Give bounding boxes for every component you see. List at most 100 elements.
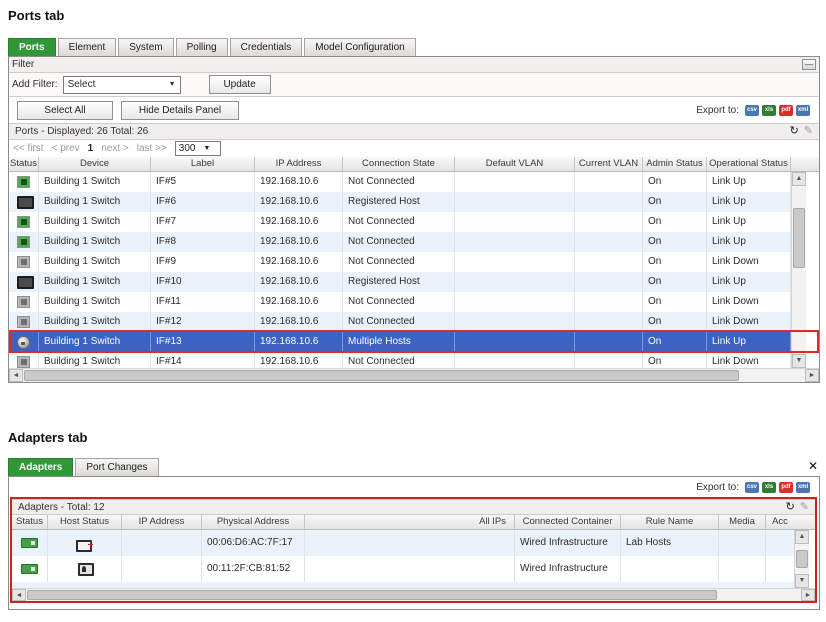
table-row[interactable]: Building 1 SwitchIF#5 192.168.10.6Not Co…: [9, 172, 791, 192]
add-filter-row: Add Filter: Select ▼ Update: [9, 73, 819, 97]
col-current-vlan[interactable]: Current VLAN: [575, 157, 643, 171]
header-spacer: [794, 515, 809, 529]
pagination-row: << first < prev 1 next > last >> 300 ▼: [9, 140, 819, 157]
col-rule-name[interactable]: Rule Name: [621, 515, 719, 529]
scroll-down-icon[interactable]: ▼: [792, 354, 806, 368]
tab-model-configuration[interactable]: Model Configuration: [304, 38, 416, 56]
pagination-prev[interactable]: < prev: [52, 143, 80, 154]
adapter-icon: [21, 538, 38, 548]
export-pdf-icon[interactable]: pdf: [779, 105, 793, 116]
table-row[interactable]: Building 1 SwitchIF#9 192.168.10.6Not Co…: [9, 252, 791, 272]
host-admin-icon: [78, 563, 92, 575]
scroll-left-icon[interactable]: ◄: [9, 369, 23, 382]
filter-label: Filter: [12, 59, 34, 70]
col-all-ips[interactable]: All IPs: [305, 515, 515, 529]
table-row[interactable]: 00:11:2F:CB:81:52 Wired Infrastructure: [12, 556, 794, 582]
col-ip-address[interactable]: IP Address: [122, 515, 202, 529]
panel-bottom-padding: [9, 603, 819, 609]
pagination-last[interactable]: last >>: [137, 143, 167, 154]
export-xml-icon[interactable]: xml: [796, 105, 810, 116]
scroll-down-icon[interactable]: ▼: [795, 574, 809, 588]
port-down-icon: [17, 316, 30, 328]
tab-adapters[interactable]: Adapters: [8, 458, 73, 476]
table-row[interactable]: Building 1 SwitchIF#7 192.168.10.6Not Co…: [9, 212, 791, 232]
update-button[interactable]: Update: [209, 75, 271, 94]
export-xml-icon[interactable]: xml: [796, 482, 810, 493]
ports-rows: Building 1 SwitchIF#5 192.168.10.6Not Co…: [9, 172, 791, 368]
table-row[interactable]: Building 1 SwitchIF#6 192.168.10.6Regist…: [9, 192, 791, 212]
page-size-select[interactable]: 300 ▼: [175, 141, 221, 156]
table-row[interactable]: Building 1 SwitchIF#12 192.168.10.6Not C…: [9, 312, 791, 332]
port-up-icon: [17, 176, 30, 188]
ports-panel-body: Filter — Add Filter: Select ▼ Update Sel…: [8, 56, 820, 383]
table-row[interactable]: Building 1 SwitchIF#8 192.168.10.6Not Co…: [9, 232, 791, 252]
export-xls-icon[interactable]: xls: [762, 105, 776, 116]
col-admin-status[interactable]: Admin Status: [643, 157, 707, 171]
col-status[interactable]: Status: [9, 157, 39, 171]
table-row[interactable]: Building 1 SwitchIF#14 192.168.10.6Not C…: [9, 352, 791, 368]
table-row-selected[interactable]: Building 1 SwitchIF#13 192.168.10.6Multi…: [9, 332, 791, 352]
tab-credentials[interactable]: Credentials: [230, 38, 303, 56]
col-access[interactable]: Acc: [766, 515, 794, 529]
col-connected-container[interactable]: Connected Container: [515, 515, 621, 529]
port-up-icon: [17, 216, 30, 228]
refresh-icon[interactable]: ↻: [786, 502, 795, 513]
horizontal-scrollbar[interactable]: ◄ ►: [12, 588, 815, 601]
select-all-button[interactable]: Select All: [17, 101, 113, 120]
adapters-summary-bar: Adapters - Total: 12 ↻ ✎: [12, 499, 815, 515]
tab-system[interactable]: System: [118, 38, 173, 56]
ports-rows-area: Building 1 SwitchIF#5 192.168.10.6Not Co…: [9, 172, 819, 368]
col-default-vlan[interactable]: Default VLAN: [455, 157, 575, 171]
col-media[interactable]: Media: [719, 515, 766, 529]
adapters-panel: Adapters Port Changes ✕ Export to: csv x…: [8, 458, 820, 610]
scrollbar-thumb[interactable]: [796, 550, 808, 568]
refresh-icon[interactable]: ↻: [790, 126, 799, 137]
table-row[interactable]: Building 1 SwitchIF#11 192.168.10.6Not C…: [9, 292, 791, 312]
tab-polling[interactable]: Polling: [176, 38, 228, 56]
tab-element[interactable]: Element: [58, 38, 117, 56]
tab-port-changes[interactable]: Port Changes: [75, 458, 158, 476]
scroll-up-icon[interactable]: ▲: [795, 530, 809, 544]
scroll-left-icon[interactable]: ◄: [12, 589, 26, 601]
vertical-scrollbar[interactable]: ▲ ▼: [791, 172, 806, 368]
vertical-scrollbar[interactable]: ▲ ▼: [794, 530, 809, 588]
table-row[interactable]: 00:06:D6:AC:7F:17 Wired Infrastructure L…: [12, 530, 794, 556]
minimize-icon[interactable]: —: [802, 59, 816, 70]
col-connection-state[interactable]: Connection State: [343, 157, 455, 171]
col-device[interactable]: Device: [39, 157, 151, 171]
close-icon[interactable]: ✕: [808, 460, 818, 472]
export-pdf-icon[interactable]: pdf: [779, 482, 793, 493]
adapters-tabbar: Adapters Port Changes ✕: [8, 458, 820, 476]
export-csv-icon[interactable]: csv: [745, 105, 759, 116]
export-csv-icon[interactable]: csv: [745, 482, 759, 493]
pagination-first[interactable]: << first: [13, 143, 44, 154]
scrollbar-thumb[interactable]: [793, 208, 805, 268]
scrollbar-thumb[interactable]: [27, 590, 717, 600]
table-row[interactable]: Building 1 SwitchIF#10 192.168.10.6Regis…: [9, 272, 791, 292]
scrollbar-thumb[interactable]: [24, 370, 739, 381]
edit-icon[interactable]: ✎: [804, 126, 813, 137]
col-operational-status[interactable]: Operational Status: [707, 157, 791, 171]
page-size-value: 300: [179, 143, 196, 154]
pagination-next[interactable]: next >: [101, 143, 129, 154]
col-host-status[interactable]: Host Status: [48, 515, 122, 529]
col-status[interactable]: Status: [12, 515, 48, 529]
col-physical-address[interactable]: Physical Address: [202, 515, 305, 529]
tab-ports[interactable]: Ports: [8, 38, 56, 56]
ports-summary-text: Ports - Displayed: 26 Total: 26: [15, 126, 148, 137]
col-ip-address[interactable]: IP Address: [255, 157, 343, 171]
filter-bar: Filter —: [9, 57, 819, 73]
ports-export-group: Export to: csv xls pdf xml: [696, 105, 810, 116]
hide-details-panel-button[interactable]: Hide Details Panel: [121, 101, 239, 120]
scroll-up-icon[interactable]: ▲: [792, 172, 806, 186]
horizontal-scrollbar[interactable]: ◄ ►: [9, 368, 819, 382]
edit-icon[interactable]: ✎: [800, 502, 809, 513]
scroll-right-icon[interactable]: ►: [801, 589, 815, 601]
adapters-section-title: Adapters tab: [8, 430, 87, 445]
chevron-down-icon: ▼: [169, 81, 176, 88]
adapters-panel-body: Export to: csv xls pdf xml Adapters - To…: [8, 476, 820, 610]
filter-select[interactable]: Select ▼: [63, 76, 181, 94]
scroll-right-icon[interactable]: ►: [805, 369, 819, 382]
export-xls-icon[interactable]: xls: [762, 482, 776, 493]
col-label[interactable]: Label: [151, 157, 255, 171]
